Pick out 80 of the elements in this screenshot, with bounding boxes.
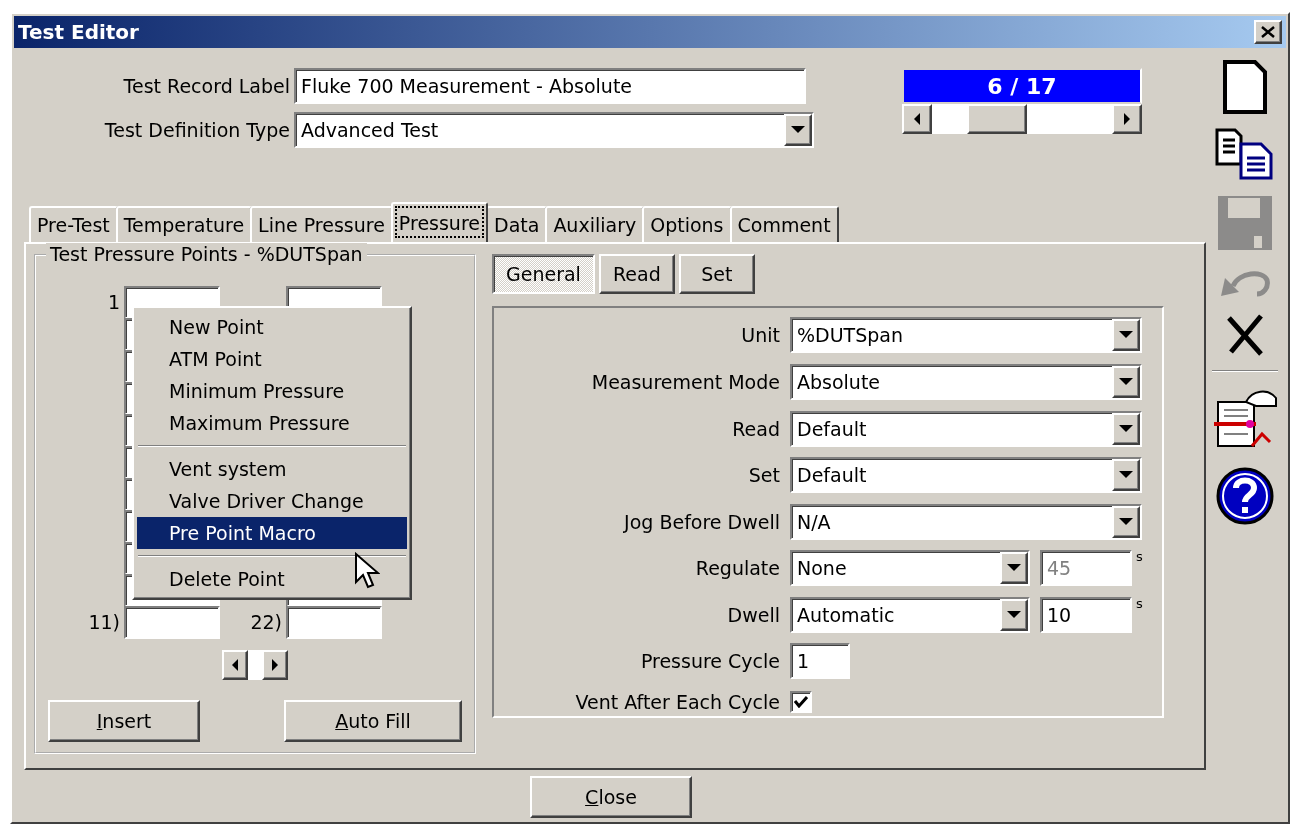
field-label: Dwell <box>726 604 780 627</box>
input-field[interactable]: 1 <box>790 642 850 679</box>
field-label: Vent After Each Cycle <box>574 690 780 713</box>
unit-label: s <box>1136 595 1143 611</box>
input-field[interactable]: Fluke 700 Measurement - Absolute <box>294 68 806 104</box>
menu-item[interactable]: Vent system <box>137 453 407 485</box>
point-number: 1 <box>106 291 120 313</box>
right-arrow-icon <box>271 659 279 671</box>
left-arrow-icon <box>913 113 921 125</box>
scroll-right-button[interactable] <box>262 650 288 680</box>
tab[interactable]: Options <box>642 206 732 242</box>
dropdown-arrow-icon <box>1119 377 1133 386</box>
sub-tab[interactable]: General <box>492 254 595 294</box>
dropdown-field[interactable]: Automatic <box>790 597 1030 634</box>
menu-item[interactable]: Maximum Pressure <box>137 407 407 439</box>
field-label: Pressure Cycle <box>639 649 780 672</box>
dropdown-field[interactable]: Advanced Test <box>294 112 814 148</box>
dropdown-field[interactable]: N/A <box>790 503 1142 540</box>
sub-tab[interactable]: Set <box>678 254 755 294</box>
dropdown-field[interactable]: None <box>790 550 1030 587</box>
copy-icon[interactable] <box>1215 128 1275 180</box>
dropdown-arrow-icon <box>1119 331 1133 340</box>
menu-item[interactable]: Delete Point <box>137 563 407 595</box>
new-document-icon[interactable] <box>1221 60 1269 114</box>
scroll-left-button[interactable] <box>222 650 248 680</box>
menu-item[interactable]: Minimum Pressure <box>137 375 407 407</box>
point-number: 22) <box>249 611 282 633</box>
close-icon <box>1261 26 1275 38</box>
action-button[interactable]: Insert <box>48 700 200 742</box>
point-number: 11) <box>87 611 120 633</box>
point-input[interactable] <box>286 605 382 639</box>
dropdown-arrow-icon <box>1119 517 1133 526</box>
dropdown-arrow-icon <box>1119 471 1133 480</box>
close-button[interactable] <box>1254 20 1282 44</box>
window-title: Test Editor <box>18 20 139 44</box>
right-arrow-icon <box>1123 113 1131 125</box>
field-label: Read <box>731 417 780 440</box>
mouse-pointer-icon <box>354 552 380 590</box>
scrollbar-track[interactable] <box>248 650 262 680</box>
action-button[interactable]: Auto Fill <box>284 700 462 742</box>
field-label: Test Record Label <box>122 75 290 97</box>
point-input[interactable] <box>124 605 220 639</box>
menu-item[interactable]: Pre Point Macro <box>137 517 407 549</box>
tab[interactable]: Temperature <box>115 206 253 242</box>
dropdown-field[interactable]: Default <box>790 457 1142 494</box>
menu-item[interactable]: ATM Point <box>137 343 407 375</box>
sub-tab[interactable]: Read <box>598 254 675 294</box>
tab[interactable]: Pre-Test <box>29 206 118 242</box>
checkmark-icon <box>794 695 808 708</box>
record-counter: 6 / 17 <box>902 68 1142 104</box>
dropdown-arrow-icon <box>791 126 805 134</box>
scroll-right-button[interactable] <box>1112 104 1142 134</box>
seconds-input[interactable]: 10 <box>1040 597 1132 634</box>
field-label: Unit <box>740 324 780 347</box>
field-label: Test Definition Type <box>103 119 290 141</box>
dropdown-field[interactable]: %DUTSpan <box>790 317 1142 354</box>
checkbox[interactable] <box>790 690 812 713</box>
delete-x-icon[interactable] <box>1225 314 1265 356</box>
tab[interactable]: Line Pressure <box>250 206 393 242</box>
tab[interactable]: Auxiliary <box>545 206 645 242</box>
close-dialog-button[interactable]: Close <box>530 776 692 818</box>
dropdown-field[interactable]: Absolute <box>790 363 1142 400</box>
scroll-left-button[interactable] <box>902 104 932 134</box>
unit-label: s <box>1136 549 1143 565</box>
dropdown-arrow-icon <box>1007 564 1021 573</box>
menu-item[interactable]: New Point <box>137 311 407 343</box>
left-arrow-icon <box>231 659 239 671</box>
field-label: Regulate <box>694 557 780 580</box>
group-title: Test Pressure Points - %DUTSpan <box>46 243 367 265</box>
dropdown-field[interactable]: Default <box>790 410 1142 447</box>
field-label: Set <box>747 464 780 487</box>
menu-item[interactable]: Valve Driver Change <box>137 485 407 517</box>
field-label: Measurement Mode <box>590 370 780 393</box>
dropdown-arrow-icon <box>1119 424 1133 433</box>
tab[interactable]: Pressure <box>390 202 488 242</box>
tab[interactable]: Comment <box>729 206 839 242</box>
field-label: Jog Before Dwell <box>622 510 780 533</box>
help-icon[interactable] <box>1215 466 1275 526</box>
dropdown-arrow-icon <box>1007 611 1021 620</box>
scrollbar-thumb[interactable] <box>966 104 1027 134</box>
